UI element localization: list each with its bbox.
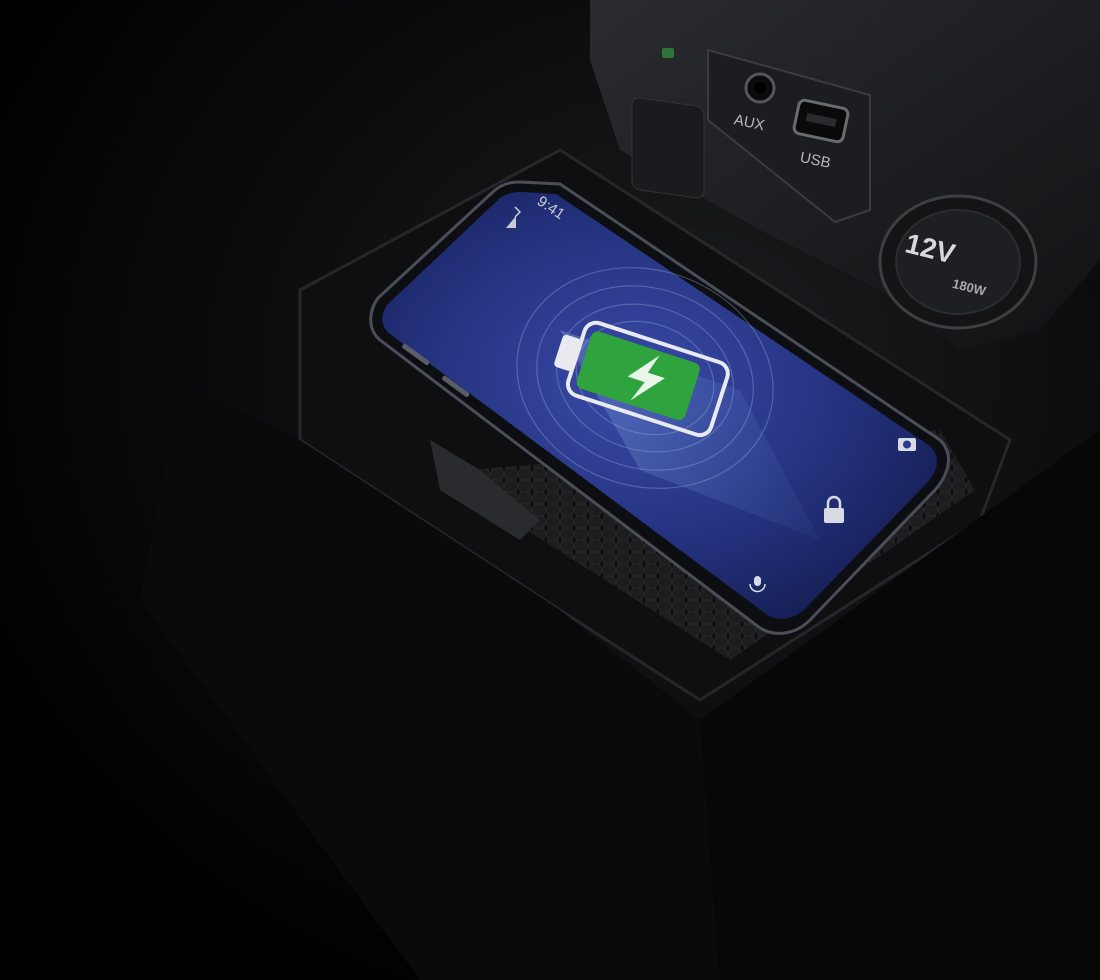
power-outlet: 12V 180W [878,194,1038,330]
scene-illustration: AUX USB 12V 180W 9:41 [140,0,1100,980]
camera-icon[interactable] [898,438,916,451]
indicator-light [662,48,674,58]
console-button [631,97,705,199]
aux-port-hole [754,82,766,94]
car-console-scene: AUX USB 12V 180W 9:41 [0,0,1100,980]
